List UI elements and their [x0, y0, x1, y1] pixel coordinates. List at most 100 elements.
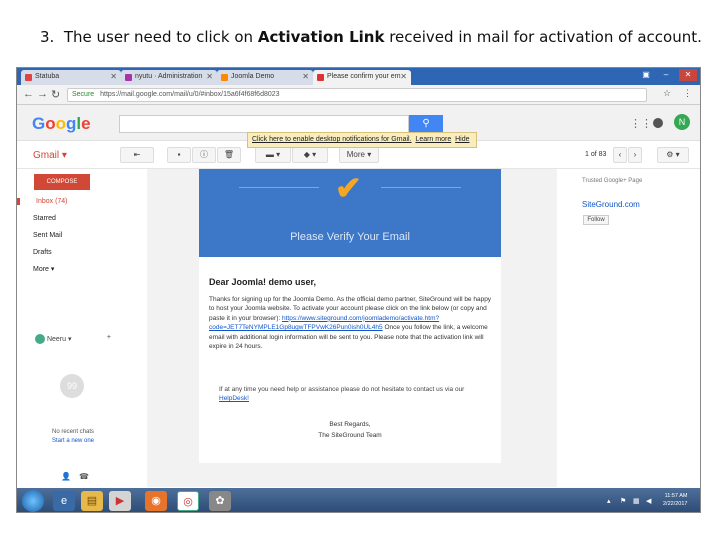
tab-favicon [25, 74, 32, 81]
person-icon[interactable]: 👤 [61, 472, 71, 481]
menu-icon[interactable]: ⋮ [683, 88, 692, 99]
move-to-button[interactable]: ▬ ▾ [255, 147, 291, 163]
email-signature: Best Regards, The SiteGround Team [199, 419, 501, 441]
browser-tab-bar: Statuba ✕ nyutu · Administration ✕ Jooml… [17, 68, 700, 85]
notifications-icon[interactable] [653, 118, 663, 128]
clock-time: 11:57 AM [664, 493, 688, 499]
caption-text-before: The user need to click on [63, 28, 254, 46]
gmail-label[interactable]: Gmail ▾ [33, 150, 67, 161]
report-spam-button[interactable]: ⓘ [192, 147, 216, 163]
more-button[interactable]: More ▾ [339, 147, 379, 163]
logo-letter: g [66, 114, 77, 133]
close-window-button[interactable]: ✕ [679, 69, 697, 81]
back-to-inbox-button[interactable]: ⇤ [120, 147, 154, 163]
close-icon[interactable]: ✕ [206, 72, 213, 81]
logo-letter: G [32, 114, 46, 133]
pager-text: 1 of 83 [585, 151, 607, 158]
phone-icon[interactable]: ☎ [79, 472, 89, 481]
close-icon[interactable]: ✕ [110, 72, 117, 81]
hangouts-user[interactable]: Neeru ▾ [47, 336, 72, 343]
minimize-button[interactable]: – [657, 69, 675, 81]
close-icon[interactable]: ✕ [302, 72, 309, 81]
email-card: ✔ Please Verify Your Email Dear Joomla! … [199, 169, 501, 463]
search-input[interactable] [119, 115, 409, 133]
address-bar: ← → ↻ Secure https://mail.google.com/mai… [17, 85, 700, 105]
reload-icon[interactable]: ↻ [51, 88, 60, 101]
star-icon[interactable]: ☆ [663, 88, 671, 99]
gear-icon: ⚙ ▾ [666, 150, 680, 159]
helpdesk-link[interactable]: HelpDesk! [219, 395, 249, 402]
avatar[interactable]: N [674, 114, 690, 130]
taskbar-clock[interactable]: 11:57 AM 2/22/2017 [663, 492, 687, 508]
settings-button[interactable]: ⚙ ▾ [657, 147, 689, 163]
start-new-chat-link[interactable]: Start a new one [43, 437, 103, 446]
url-text: https://mail.google.com/mail/u/0/#inbox/… [100, 91, 280, 98]
tab-1[interactable]: Statuba ✕ [21, 70, 121, 85]
tray-arrow-icon[interactable]: ▴ [607, 497, 611, 505]
user-icon[interactable]: ▣ [637, 69, 655, 81]
caption-bold: Activation Link [257, 28, 385, 46]
enable-notifications-link[interactable]: Click here to enable desktop notificatio… [252, 136, 412, 143]
forward-icon[interactable]: → [37, 88, 48, 100]
hide-link[interactable]: Hide [455, 136, 469, 143]
tab-favicon [221, 74, 228, 81]
notification-tooltip: Click here to enable desktop notificatio… [247, 132, 477, 148]
archive-button[interactable]: ▪ [167, 147, 191, 163]
tab-2[interactable]: nyutu · Administration ✕ [121, 70, 217, 85]
banner-divider [381, 187, 461, 188]
caption-text-after: received in mail for activation of accou… [389, 28, 702, 46]
siteground-link[interactable]: SiteGround.com [582, 200, 640, 209]
app-icon[interactable]: ✿ [209, 491, 231, 511]
older-button[interactable]: › [628, 147, 642, 163]
compose-button[interactable]: COMPOSE [34, 174, 90, 190]
url-field[interactable]: Secure https://mail.google.com/mail/u/0/… [67, 88, 647, 102]
logo-letter: o [55, 114, 67, 133]
tab-favicon [317, 74, 324, 81]
hangouts-avatar-icon [35, 334, 45, 344]
secure-label: Secure [72, 91, 95, 98]
start-button[interactable] [22, 490, 44, 512]
search-button[interactable]: ⚲ [409, 115, 443, 133]
tray-volume-icon[interactable]: ◀ [646, 497, 651, 505]
email-body: ✔ Please Verify Your Email Dear Joomla! … [147, 169, 557, 487]
tab-4[interactable]: Please confirm your em ✕ [313, 70, 411, 85]
add-chat-icon[interactable]: + [107, 334, 111, 341]
tab-label: Joomla Demo [231, 73, 275, 80]
delete-button[interactable]: 🗑 [217, 147, 241, 163]
chrome-icon[interactable]: ◎ [177, 491, 199, 511]
labels-button[interactable]: ◆ ▾ [292, 147, 328, 163]
tray-network-icon[interactable]: ▦ [633, 497, 640, 505]
tab-favicon [125, 74, 132, 81]
close-icon[interactable]: ✕ [400, 72, 407, 81]
follow-button[interactable]: Follow [583, 215, 609, 225]
sidebar-item-more[interactable]: More ▾ [33, 265, 54, 273]
tab-3[interactable]: Joomla Demo ✕ [217, 70, 313, 85]
tray-flag-icon[interactable]: ⚑ [620, 497, 626, 505]
google-logo[interactable]: Google [32, 114, 91, 134]
media-player-icon[interactable]: ▶ [109, 491, 131, 511]
sidebar-item-inbox[interactable]: Inbox (74) [17, 198, 68, 205]
email-greeting: Dear Joomla! demo user, [209, 277, 317, 287]
windows-taskbar: e ▤ ▶ ◉ ◎ ✿ ▴ ⚑ ▦ ◀ 11:57 AM 2/22/2017 [17, 488, 700, 512]
hangouts-header: Neeru ▾ + [35, 334, 111, 348]
sign-team: The SiteGround Team [318, 432, 382, 439]
folder-icon[interactable]: ▤ [81, 491, 103, 511]
instruction-caption: 3. The user need to click on Activation … [40, 28, 702, 46]
email-paragraph: Thanks for signing up for the Joomla Dem… [209, 295, 493, 351]
help-paragraph: If at any time you need help or assistan… [219, 385, 489, 404]
firefox-icon[interactable]: ◉ [145, 491, 167, 511]
help-text: If at any time you need help or assistan… [219, 386, 465, 393]
sidebar-item-starred[interactable]: Starred [33, 215, 56, 222]
logo-letter: e [81, 114, 91, 133]
banner-title: Please Verify Your Email [290, 231, 410, 243]
clock-date: 2/22/2017 [663, 501, 688, 507]
google-logo-text: Google [32, 114, 91, 133]
newer-button[interactable]: ‹ [613, 147, 627, 163]
sidebar-item-drafts[interactable]: Drafts [33, 249, 52, 256]
learn-more-link[interactable]: Learn more [415, 136, 451, 143]
back-icon[interactable]: ← [23, 88, 34, 100]
chat-bubble-icon: 99 [60, 374, 84, 398]
sidebar-item-sent[interactable]: Sent Mail [33, 232, 62, 239]
logo-letter: o [45, 114, 56, 133]
ie-icon[interactable]: e [53, 491, 75, 511]
